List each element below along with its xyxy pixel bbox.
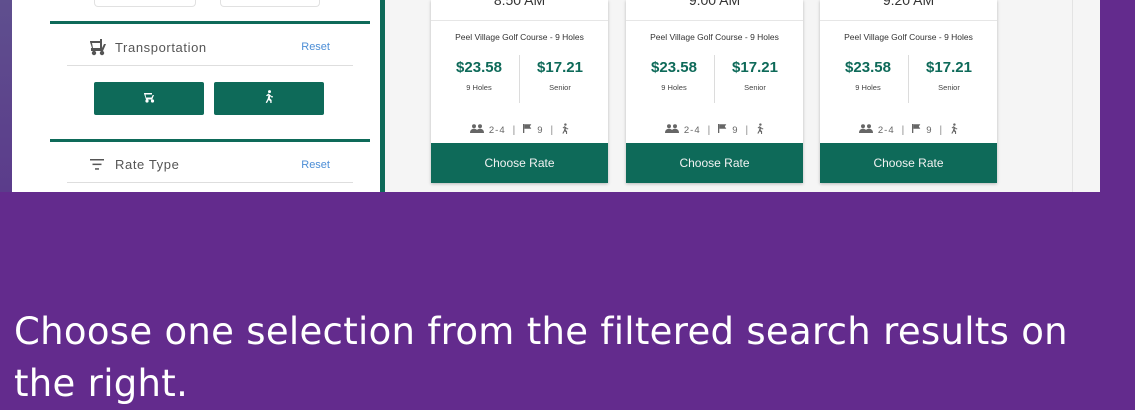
choose-rate-button[interactable]: Choose Rate <box>431 143 608 183</box>
rate-price: $17.21 <box>537 59 583 76</box>
filter-panel: Transportation Reset Rate Type Reset <box>50 0 370 192</box>
holes-count: 9 <box>537 124 544 136</box>
flag-icon <box>912 124 921 136</box>
rate-price: $23.58 <box>456 59 502 76</box>
players-icon <box>469 124 484 136</box>
tee-time-meta: 2-4 | 9 | <box>431 122 608 138</box>
rate-price: $23.58 <box>651 59 697 76</box>
tee-time: 9:20 AM <box>882 0 935 8</box>
tee-time: 9:00 AM <box>688 0 741 8</box>
row-divider <box>67 182 353 183</box>
meta-separator: | <box>707 124 712 136</box>
transportation-filter-header: Transportation <box>87 35 207 59</box>
walking-button[interactable] <box>214 82 324 115</box>
players-count: 2-4 <box>488 124 506 136</box>
rate-type-label: Rate Type <box>115 156 180 172</box>
walking-icon <box>264 89 274 108</box>
section-divider <box>50 21 370 24</box>
meta-separator: | <box>901 124 906 136</box>
rate-type-filter-header: Rate Type <box>87 152 179 176</box>
rate-price: $23.58 <box>845 59 891 76</box>
tee-time-meta: 2-4 | 9 | <box>820 122 997 138</box>
tee-time: 8:50 AM <box>493 0 546 8</box>
walking-icon <box>561 123 569 137</box>
section-divider <box>50 139 370 142</box>
golf-cart-icon <box>87 37 107 57</box>
meta-separator: | <box>512 124 517 136</box>
meta-separator: | <box>939 124 944 136</box>
walking-icon <box>756 123 764 137</box>
screen-left-edge <box>0 0 12 192</box>
holes-count: 9 <box>732 124 739 136</box>
flag-icon <box>523 124 532 136</box>
card-divider <box>820 20 997 21</box>
app-screenshot: Transportation Reset Rate Type Reset 8:5… <box>0 0 1135 192</box>
app-window: Transportation Reset Rate Type Reset 8:5… <box>12 0 1100 192</box>
choose-rate-button[interactable]: Choose Rate <box>626 143 803 183</box>
tee-time-card: 8:50 AM Peel Village Golf Course - 9 Hol… <box>431 0 608 183</box>
instruction-caption: Choose one selection from the filtered s… <box>14 310 1068 405</box>
players-count: 2-4 <box>683 124 701 136</box>
players-count: 2-4 <box>877 124 895 136</box>
tee-time-card: 9:00 AM Peel Village Golf Course - 9 Hol… <box>626 0 803 183</box>
results-edge <box>1072 0 1073 192</box>
transportation-reset-link[interactable]: Reset <box>301 41 330 53</box>
course-name: Peel Village Golf Course - 9 Holes <box>650 32 779 42</box>
card-divider <box>431 20 608 21</box>
rate-price: $17.21 <box>926 59 972 76</box>
flag-icon <box>718 124 727 136</box>
holes-count: 9 <box>926 124 933 136</box>
tee-time-card: 9:20 AM Peel Village Golf Course - 9 Hol… <box>820 0 997 183</box>
rate-label: Senior <box>744 83 766 92</box>
rate-price: $17.21 <box>732 59 778 76</box>
choose-rate-button[interactable]: Choose Rate <box>820 143 997 183</box>
meta-separator: | <box>745 124 750 136</box>
rate-label: 9 Holes <box>466 83 492 92</box>
transportation-label: Transportation <box>115 39 207 55</box>
card-divider <box>626 20 803 21</box>
course-name: Peel Village Golf Course - 9 Holes <box>844 32 973 42</box>
rate-type-reset-link[interactable]: Reset <box>301 159 330 171</box>
players-icon <box>664 124 679 136</box>
players-icon <box>858 124 873 136</box>
golf-cart-icon <box>143 90 156 108</box>
rate-label: Senior <box>549 83 571 92</box>
riding-cart-button[interactable] <box>94 82 204 115</box>
meta-separator: | <box>550 124 555 136</box>
rate-label: 9 Holes <box>661 83 687 92</box>
tee-time-meta: 2-4 | 9 | <box>626 122 803 138</box>
filter-button-top-right[interactable] <box>220 0 320 7</box>
row-divider <box>67 65 353 66</box>
rate-label: Senior <box>938 83 960 92</box>
walking-icon <box>950 123 958 137</box>
filter-button-top-left[interactable] <box>94 0 196 7</box>
rate-label: 9 Holes <box>855 83 881 92</box>
course-name: Peel Village Golf Course - 9 Holes <box>455 32 584 42</box>
filter-lines-icon <box>87 154 107 174</box>
screen-right-edge <box>1100 0 1135 192</box>
